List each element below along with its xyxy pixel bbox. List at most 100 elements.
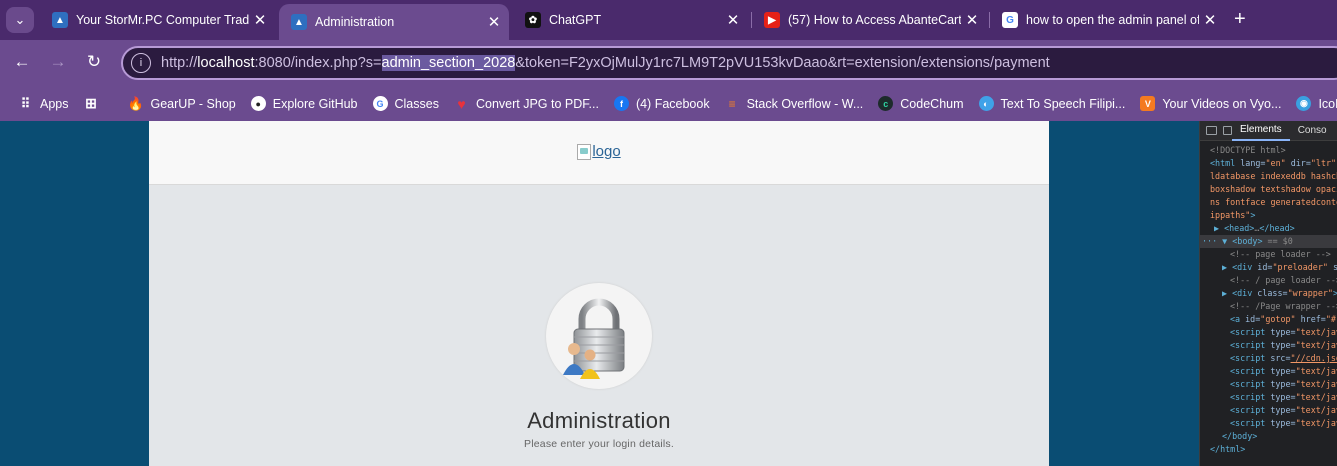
attr-value-text: "en" bbox=[1265, 158, 1291, 168]
bookmark-jpg-to-pdf[interactable]: ♥ Convert JPG to PDF... bbox=[454, 96, 599, 112]
tab-title: (57) How to Access AbanteCart bbox=[788, 13, 961, 27]
bookmark-label: CodeChum bbox=[900, 96, 964, 111]
tag-text: <script bbox=[1230, 392, 1271, 402]
close-tab-icon[interactable]: ✕ bbox=[483, 13, 505, 31]
close-tab-icon[interactable]: ✕ bbox=[1199, 11, 1221, 29]
admin-login-page: logo Administration Please enter your lo… bbox=[149, 121, 1049, 466]
dom-line[interactable]: <script type="text/jav bbox=[1200, 326, 1337, 339]
bookmark-gearup[interactable]: 🔥 GearUP - Shop bbox=[128, 96, 236, 111]
dom-line[interactable]: ldatabase indexeddb hashch bbox=[1200, 170, 1337, 183]
bookmark-label: Classes bbox=[394, 96, 439, 111]
broken-image-icon bbox=[577, 143, 592, 160]
attr-value-text: "preloader" bbox=[1272, 262, 1333, 272]
devtools-tab-bar: Elements Conso bbox=[1200, 121, 1337, 141]
tag-text: <html bbox=[1210, 158, 1241, 168]
facebook-icon: f bbox=[613, 96, 629, 111]
dom-line[interactable]: <html lang="en" dir="ltr" bbox=[1200, 157, 1337, 170]
device-toolbar-icon[interactable] bbox=[1223, 126, 1232, 135]
devtools-tab-console[interactable]: Conso bbox=[1290, 121, 1335, 141]
dom-line[interactable]: <!-- /Page wrapper --> bbox=[1200, 300, 1337, 313]
dom-line[interactable]: <!DOCTYPE html> bbox=[1200, 144, 1337, 157]
back-arrow-icon[interactable]: ← bbox=[11, 52, 33, 72]
bookmark-stackoverflow[interactable]: ≡ Stack Overflow - W... bbox=[725, 96, 864, 111]
tag-text: > bbox=[1250, 210, 1256, 220]
bookmark-label: Your Videos on Vyo... bbox=[1162, 96, 1282, 111]
tab-google-search[interactable]: G how to open the admin panel of ✕ bbox=[990, 6, 1225, 34]
dom-line[interactable]: ▶ <div class="wrapper"> bbox=[1200, 287, 1337, 300]
dom-line[interactable]: <script type="text/jav bbox=[1200, 417, 1337, 430]
dom-tree[interactable]: <!DOCTYPE html> <html lang="en" dir="ltr… bbox=[1200, 141, 1337, 456]
bookmark-label: IcoMoon A bbox=[1318, 96, 1337, 111]
reload-icon[interactable]: ↻ bbox=[83, 52, 105, 72]
logo-broken-image[interactable]: logo bbox=[577, 143, 621, 160]
google-favicon-icon: G bbox=[1002, 12, 1018, 28]
attr-value-text: "ltr" bbox=[1310, 158, 1337, 168]
bookmark-github[interactable]: ● Explore GitHub bbox=[250, 96, 358, 111]
dom-line[interactable]: <a id="gotop" href="#" bbox=[1200, 313, 1337, 326]
attr-text: id= bbox=[1257, 262, 1273, 272]
stackoverflow-icon: ≡ bbox=[728, 96, 736, 111]
dom-line[interactable]: ns fontface generatedconte bbox=[1200, 196, 1337, 209]
attr-text: class= bbox=[1257, 288, 1288, 298]
inspect-element-icon[interactable] bbox=[1206, 126, 1217, 135]
close-tab-icon[interactable]: ✕ bbox=[722, 11, 744, 29]
tab-stormr[interactable]: ▲ Your StorMr.PC Computer Trading ✕ bbox=[40, 6, 275, 34]
dom-line[interactable]: <!-- / page loader --> bbox=[1200, 274, 1337, 287]
dom-line[interactable]: <script type="text/jav bbox=[1200, 404, 1337, 417]
address-bar[interactable]: i http://localhost:8080/index.php?s=admi… bbox=[121, 46, 1337, 80]
dom-line[interactable]: </html> bbox=[1200, 443, 1337, 456]
bookmark-facebook[interactable]: f (4) Facebook bbox=[613, 96, 710, 111]
tag-text: > bbox=[1333, 288, 1337, 298]
dom-line[interactable]: <script type="text/jav bbox=[1200, 365, 1337, 378]
tab-title: Your StorMr.PC Computer Trading bbox=[76, 13, 249, 27]
dom-line[interactable]: <script type="text/jav bbox=[1200, 339, 1337, 352]
dom-line[interactable]: ▶ <div id="preloader" st bbox=[1200, 261, 1337, 274]
comment-text: <!-- page loader --> bbox=[1230, 249, 1331, 259]
attr-value-text: "text/jav bbox=[1295, 379, 1337, 389]
url-text[interactable]: http://localhost:8080/index.php?s=admin_… bbox=[161, 55, 1050, 71]
dom-line[interactable]: <script type="text/jav bbox=[1200, 391, 1337, 404]
new-tab-plus-icon[interactable]: + bbox=[1234, 9, 1246, 29]
tag-text: </html> bbox=[1210, 444, 1246, 454]
bookmark-codechum[interactable]: c CodeChum bbox=[878, 96, 964, 111]
bookmark-tts[interactable]: ◐ Text To Speech Filipi... bbox=[978, 96, 1125, 111]
bookmark-label: Convert JPG to PDF... bbox=[475, 96, 599, 111]
bookmark-vyond[interactable]: V Your Videos on Vyo... bbox=[1140, 96, 1281, 111]
bookmark-classes[interactable]: G Classes bbox=[372, 96, 439, 111]
tag-text: ▶ <div bbox=[1222, 262, 1258, 272]
tag-text: <script bbox=[1230, 379, 1271, 389]
bookmarks-bar: ⠿ Apps ⊞ 🔥 GearUP - Shop ● Explore GitHu… bbox=[0, 86, 1337, 121]
dom-line[interactable]: <script type="text/jav bbox=[1200, 378, 1337, 391]
dom-line[interactable]: ▶ <head>…</head> bbox=[1200, 222, 1337, 235]
bookmark-label: (4) Facebook bbox=[635, 96, 710, 111]
url-host: localhost bbox=[197, 55, 255, 71]
tab-search-chevron-icon[interactable]: ⌄ bbox=[6, 7, 34, 33]
dom-line[interactable]: <script src="//cdn.jsd bbox=[1200, 352, 1337, 365]
forward-arrow-icon[interactable]: → bbox=[47, 52, 69, 72]
tts-icon: ◐ bbox=[978, 96, 994, 111]
close-tab-icon[interactable]: ✕ bbox=[249, 11, 271, 29]
devtools-tab-elements[interactable]: Elements bbox=[1232, 121, 1290, 141]
bookmark-icomoon[interactable]: ◉ IcoMoon A bbox=[1296, 96, 1337, 111]
site-info-icon[interactable]: i bbox=[131, 53, 151, 73]
attr-text: type= bbox=[1270, 327, 1296, 337]
codechum-icon: c bbox=[878, 96, 894, 111]
dom-line[interactable]: boxshadow textshadow opaci bbox=[1200, 183, 1337, 196]
bookmark-apps[interactable]: ⠿ Apps bbox=[18, 96, 69, 111]
attr-value-text: "wrapper" bbox=[1287, 288, 1333, 298]
tab-administration[interactable]: ▲ Administration ✕ bbox=[279, 4, 509, 40]
attr-value-text: "text/jav bbox=[1295, 366, 1337, 376]
dom-line-selected[interactable]: ··· ▼ <body> == $0 bbox=[1200, 235, 1337, 248]
google-icon: G bbox=[372, 96, 388, 111]
bookmark-grid[interactable]: ⊞ bbox=[84, 95, 99, 111]
selected-marker-text: == $0 bbox=[1262, 236, 1293, 246]
tag-text: </body> bbox=[1222, 431, 1258, 441]
link-text[interactable]: "//cdn.jsd bbox=[1291, 353, 1337, 363]
tab-chatgpt[interactable]: ✿ ChatGPT ✕ bbox=[513, 6, 748, 34]
close-tab-icon[interactable]: ✕ bbox=[961, 11, 983, 29]
attr-value-text: ns fontface generatedconte bbox=[1210, 197, 1337, 207]
dom-line[interactable]: ippaths"> bbox=[1200, 209, 1337, 222]
dom-line[interactable]: </body> bbox=[1200, 430, 1337, 443]
tab-youtube[interactable]: ▶ (57) How to Access AbanteCart ✕ bbox=[752, 6, 987, 34]
dom-line[interactable]: <!-- page loader --> bbox=[1200, 248, 1337, 261]
